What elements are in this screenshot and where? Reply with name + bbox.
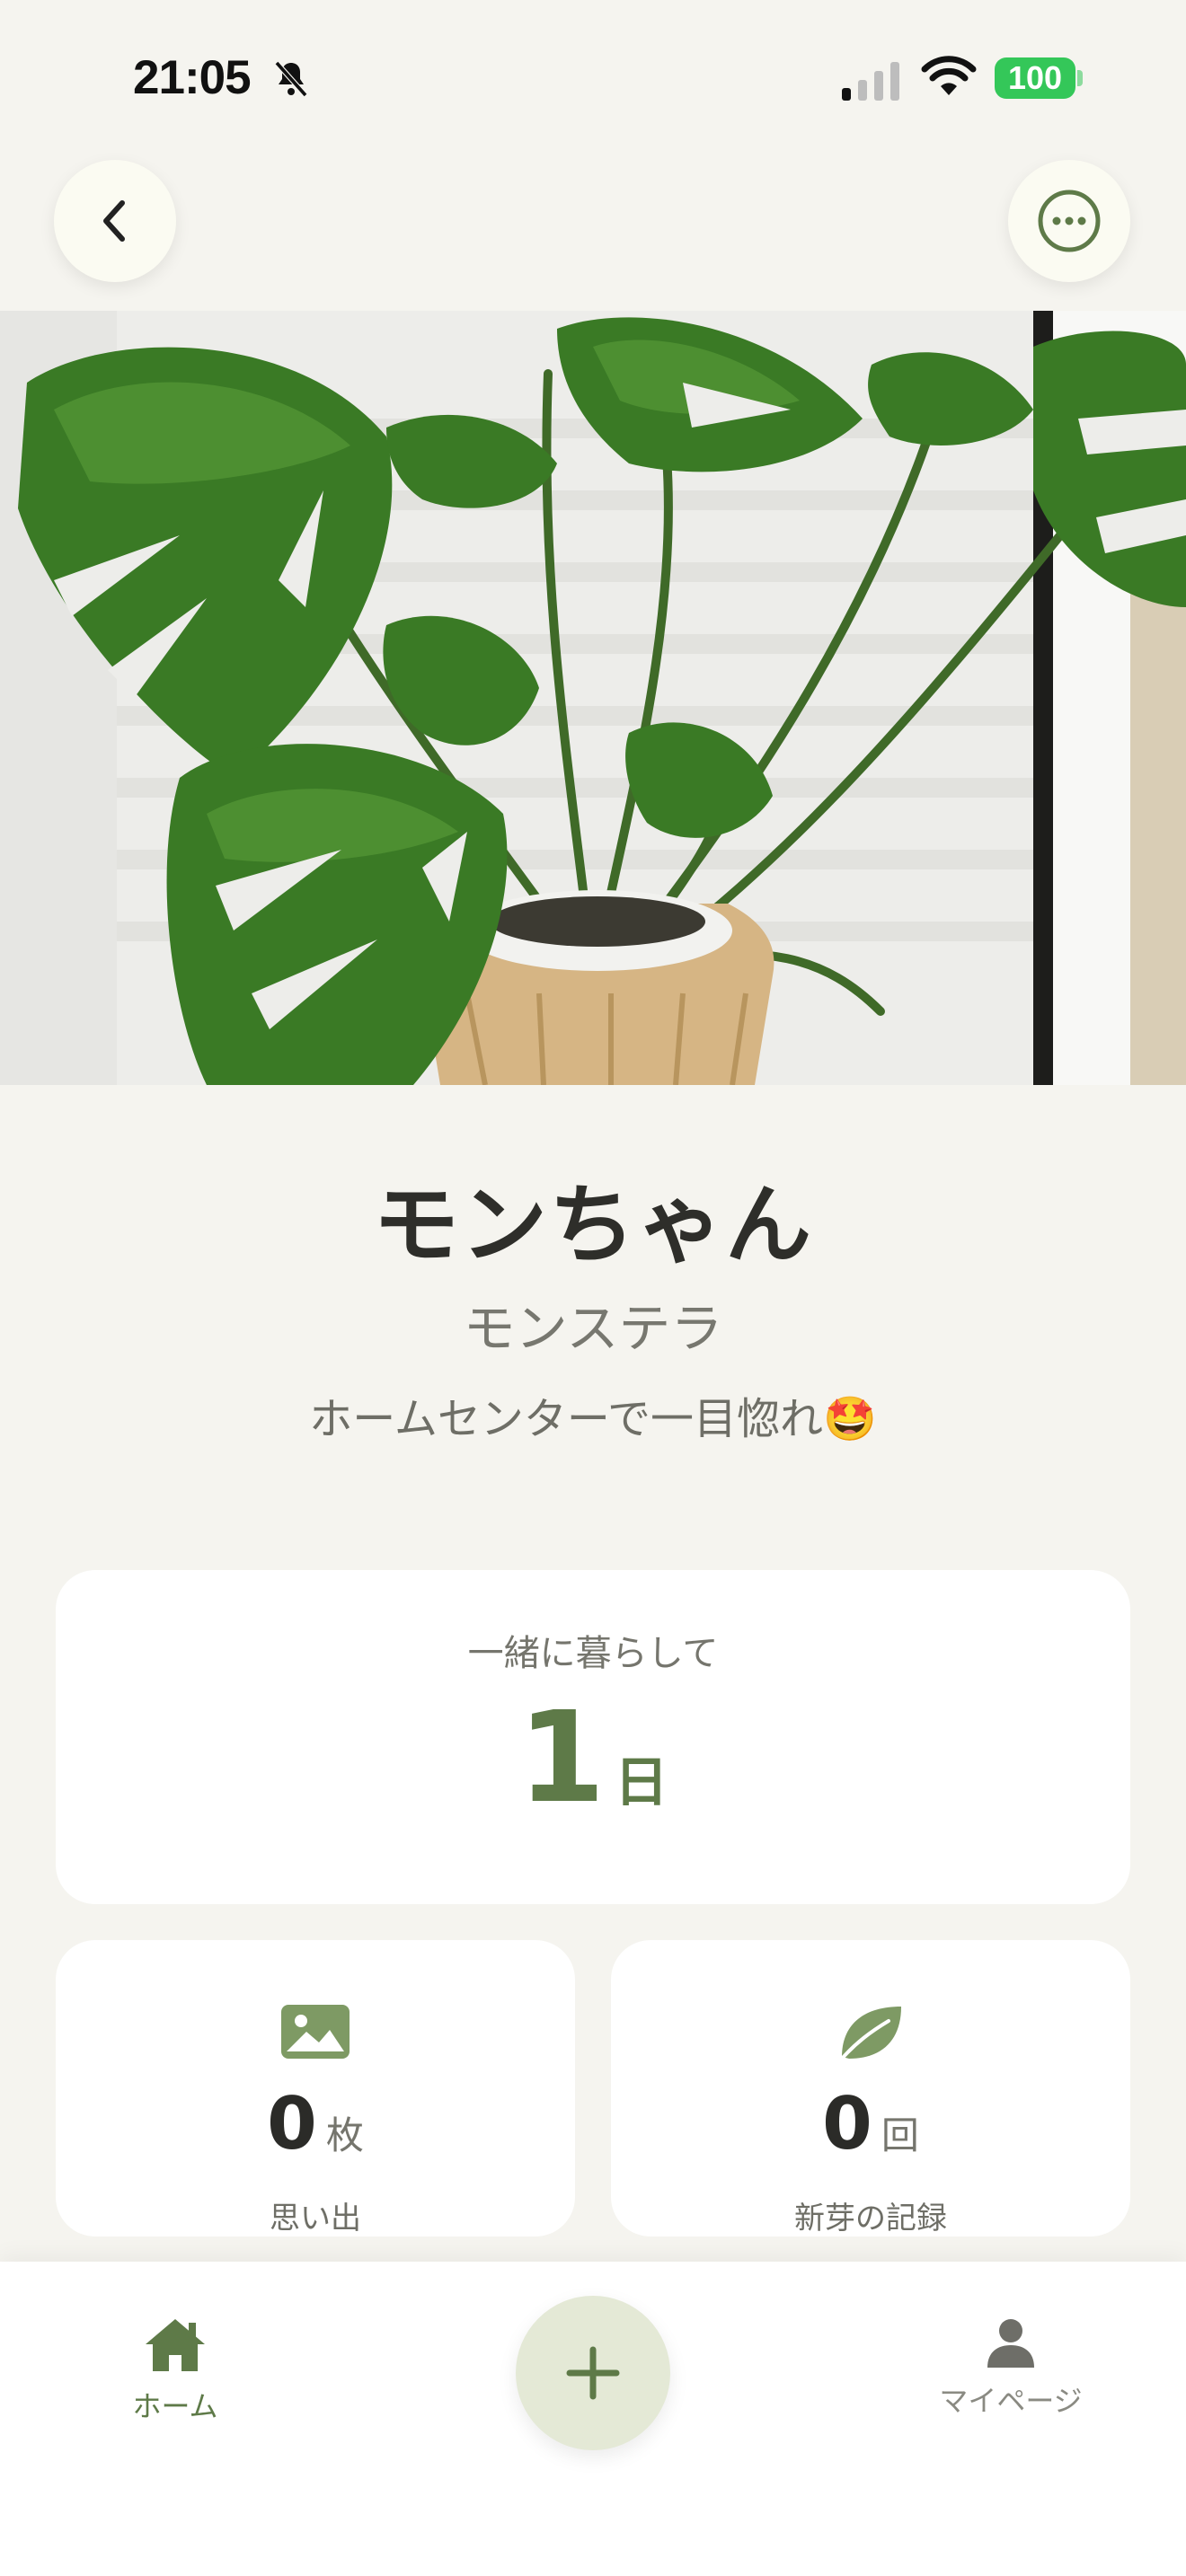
memories-value-wrap: 0枚 [56,2082,575,2166]
battery-cap [1077,70,1083,86]
plant-name: モンちゃん [373,1175,813,1275]
home-icon [146,2319,205,2371]
battery-icon: 100 [995,57,1075,99]
tab-mypage-label: マイページ [939,2384,1083,2418]
ellipsis-circle-icon [1038,190,1101,252]
days-together-card: 一緒に暮らして 1日 [56,1570,1130,1904]
tab-mypage[interactable]: マイページ [925,2316,1096,2420]
plus-icon [566,2346,620,2400]
new-sprout-value-wrap: 0回 [611,2082,1130,2166]
days-together-label: 一緒に暮らして [467,1633,719,1674]
memories-card[interactable]: 0枚 思い出 [56,1940,575,2236]
signal-icon [842,62,899,101]
chevron-left-icon [103,200,125,242]
days-together-unit: 日 [614,1751,668,1814]
tab-home-label: ホーム [132,2389,218,2423]
status-bar: 21:05 100 [0,0,1186,157]
more-options-button[interactable] [1008,160,1130,282]
new-sprout-count: 0 [822,2082,872,2166]
tab-bar: ホーム マイページ [0,2262,1186,2576]
status-time: 21:05 [133,51,252,104]
new-sprout-unit: 回 [881,2113,919,2157]
plant-note: ホームセンターで一目惚れ🤩 [309,1394,877,1444]
add-button[interactable] [516,2296,670,2450]
person-icon [987,2319,1034,2368]
new-sprout-label: 新芽の記録 [794,2201,947,2236]
memories-count: 0 [267,2082,317,2166]
bell-slash-icon [274,61,308,97]
plant-photo [0,311,1186,1085]
memories-unit: 枚 [325,2113,364,2157]
leaf-icon [840,2007,901,2060]
plant-species: モンステラ [463,1298,723,1359]
new-sprout-card[interactable]: 0回 新芽の記録 [611,1940,1130,2236]
days-together-value-wrap: 1日 [56,1685,1130,1831]
back-button[interactable] [54,160,176,282]
photo-icon [281,2005,350,2059]
days-together-value: 1 [518,1685,606,1831]
memories-label: 思い出 [270,2201,361,2236]
tab-home[interactable]: ホーム [117,2316,234,2425]
wifi-icon [921,56,977,95]
